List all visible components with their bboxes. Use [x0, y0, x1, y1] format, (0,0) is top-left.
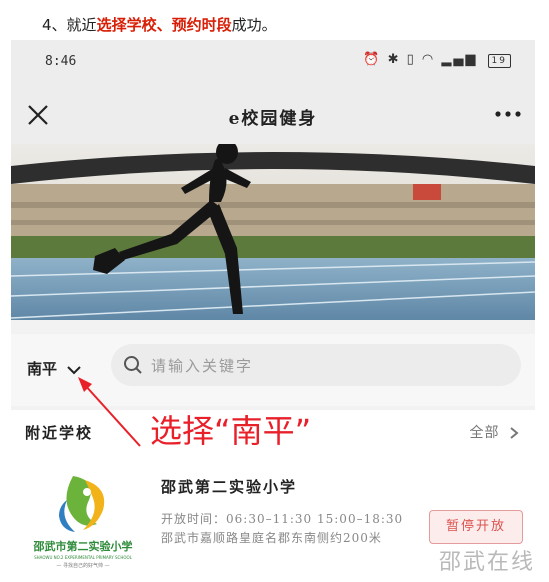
hours-value: 06:30–11:30 15:00–18:30 — [226, 512, 404, 526]
city-label: 南平 — [27, 360, 58, 378]
school-name: 邵武第二实验小学 — [161, 478, 298, 496]
status-icons: ⏰ ✱ ▯ ◠ ▂▄▆ 19 — [363, 52, 511, 68]
annotation-text: 选择“南平” — [150, 412, 312, 450]
view-all-link[interactable]: 全部 — [470, 422, 519, 442]
phone-screen: 8:46 ⏰ ✱ ▯ ◠ ▂▄▆ 19 e校园健身 南平 请输入关键字 附近学校… — [11, 40, 535, 582]
logo-motto: — 寻找自己的好气帅 — — [56, 562, 109, 569]
wifi-icon: ◠ — [421, 52, 436, 67]
more-icon[interactable] — [493, 104, 523, 124]
logo-english-name: SHAOWU NO.2 EXPERIMENTAL PRIMARY SCHOOL — [34, 555, 133, 560]
bluetooth-icon: ✱ — [387, 52, 401, 67]
search-icon — [124, 356, 142, 374]
search-box[interactable] — [111, 344, 521, 388]
nav-bar: e校园健身 — [11, 86, 535, 144]
vibrate-icon: ▯ — [406, 52, 416, 67]
chevron-right-icon — [510, 427, 519, 439]
step-suffix: 成功。 — [231, 16, 277, 34]
view-all-label: 全部 — [469, 425, 500, 441]
signal-icon: ▂▄▆ — [441, 52, 478, 67]
alarm-icon: ⏰ — [363, 52, 382, 67]
city-select[interactable]: 南平 — [27, 358, 82, 379]
school-address: 邵武市嘉顺路皇庭名郡东南侧约200米 — [161, 531, 382, 545]
hours-label: 开放时间： — [161, 512, 227, 526]
status-button[interactable]: 暂停开放 — [429, 510, 523, 544]
page-title: e校园健身 — [228, 109, 318, 129]
battery-level: 19 — [491, 56, 507, 66]
watermark: 邵武在线 — [438, 550, 535, 575]
step-prefix: 就近 — [66, 16, 97, 34]
chevron-down-icon — [67, 366, 81, 375]
banner-image — [11, 144, 535, 320]
status-time: 8:46 — [45, 54, 77, 69]
search-row: 南平 — [11, 334, 535, 406]
status-bar: 8:46 ⏰ ✱ ▯ ◠ ▂▄▆ 19 — [11, 40, 535, 86]
school-hours: 开放时间：06:30–11:30 15:00–18:30 — [161, 510, 403, 527]
battery-icon: 19 — [487, 54, 511, 68]
section-title: 附近学校 — [25, 424, 94, 442]
school-logo: 邵武市第二实验小学 SHAOWU NO.2 EXPERIMENTAL PRIMA… — [33, 476, 133, 569]
step-instruction: 4、就近选择学校、预约时段成功。 — [42, 14, 277, 35]
logo-chinese-name: 邵武市第二实验小学 — [33, 539, 133, 553]
step-number: 4、 — [42, 16, 67, 34]
step-highlight: 选择学校、预约时段 — [96, 16, 232, 34]
search-input[interactable] — [149, 344, 513, 388]
